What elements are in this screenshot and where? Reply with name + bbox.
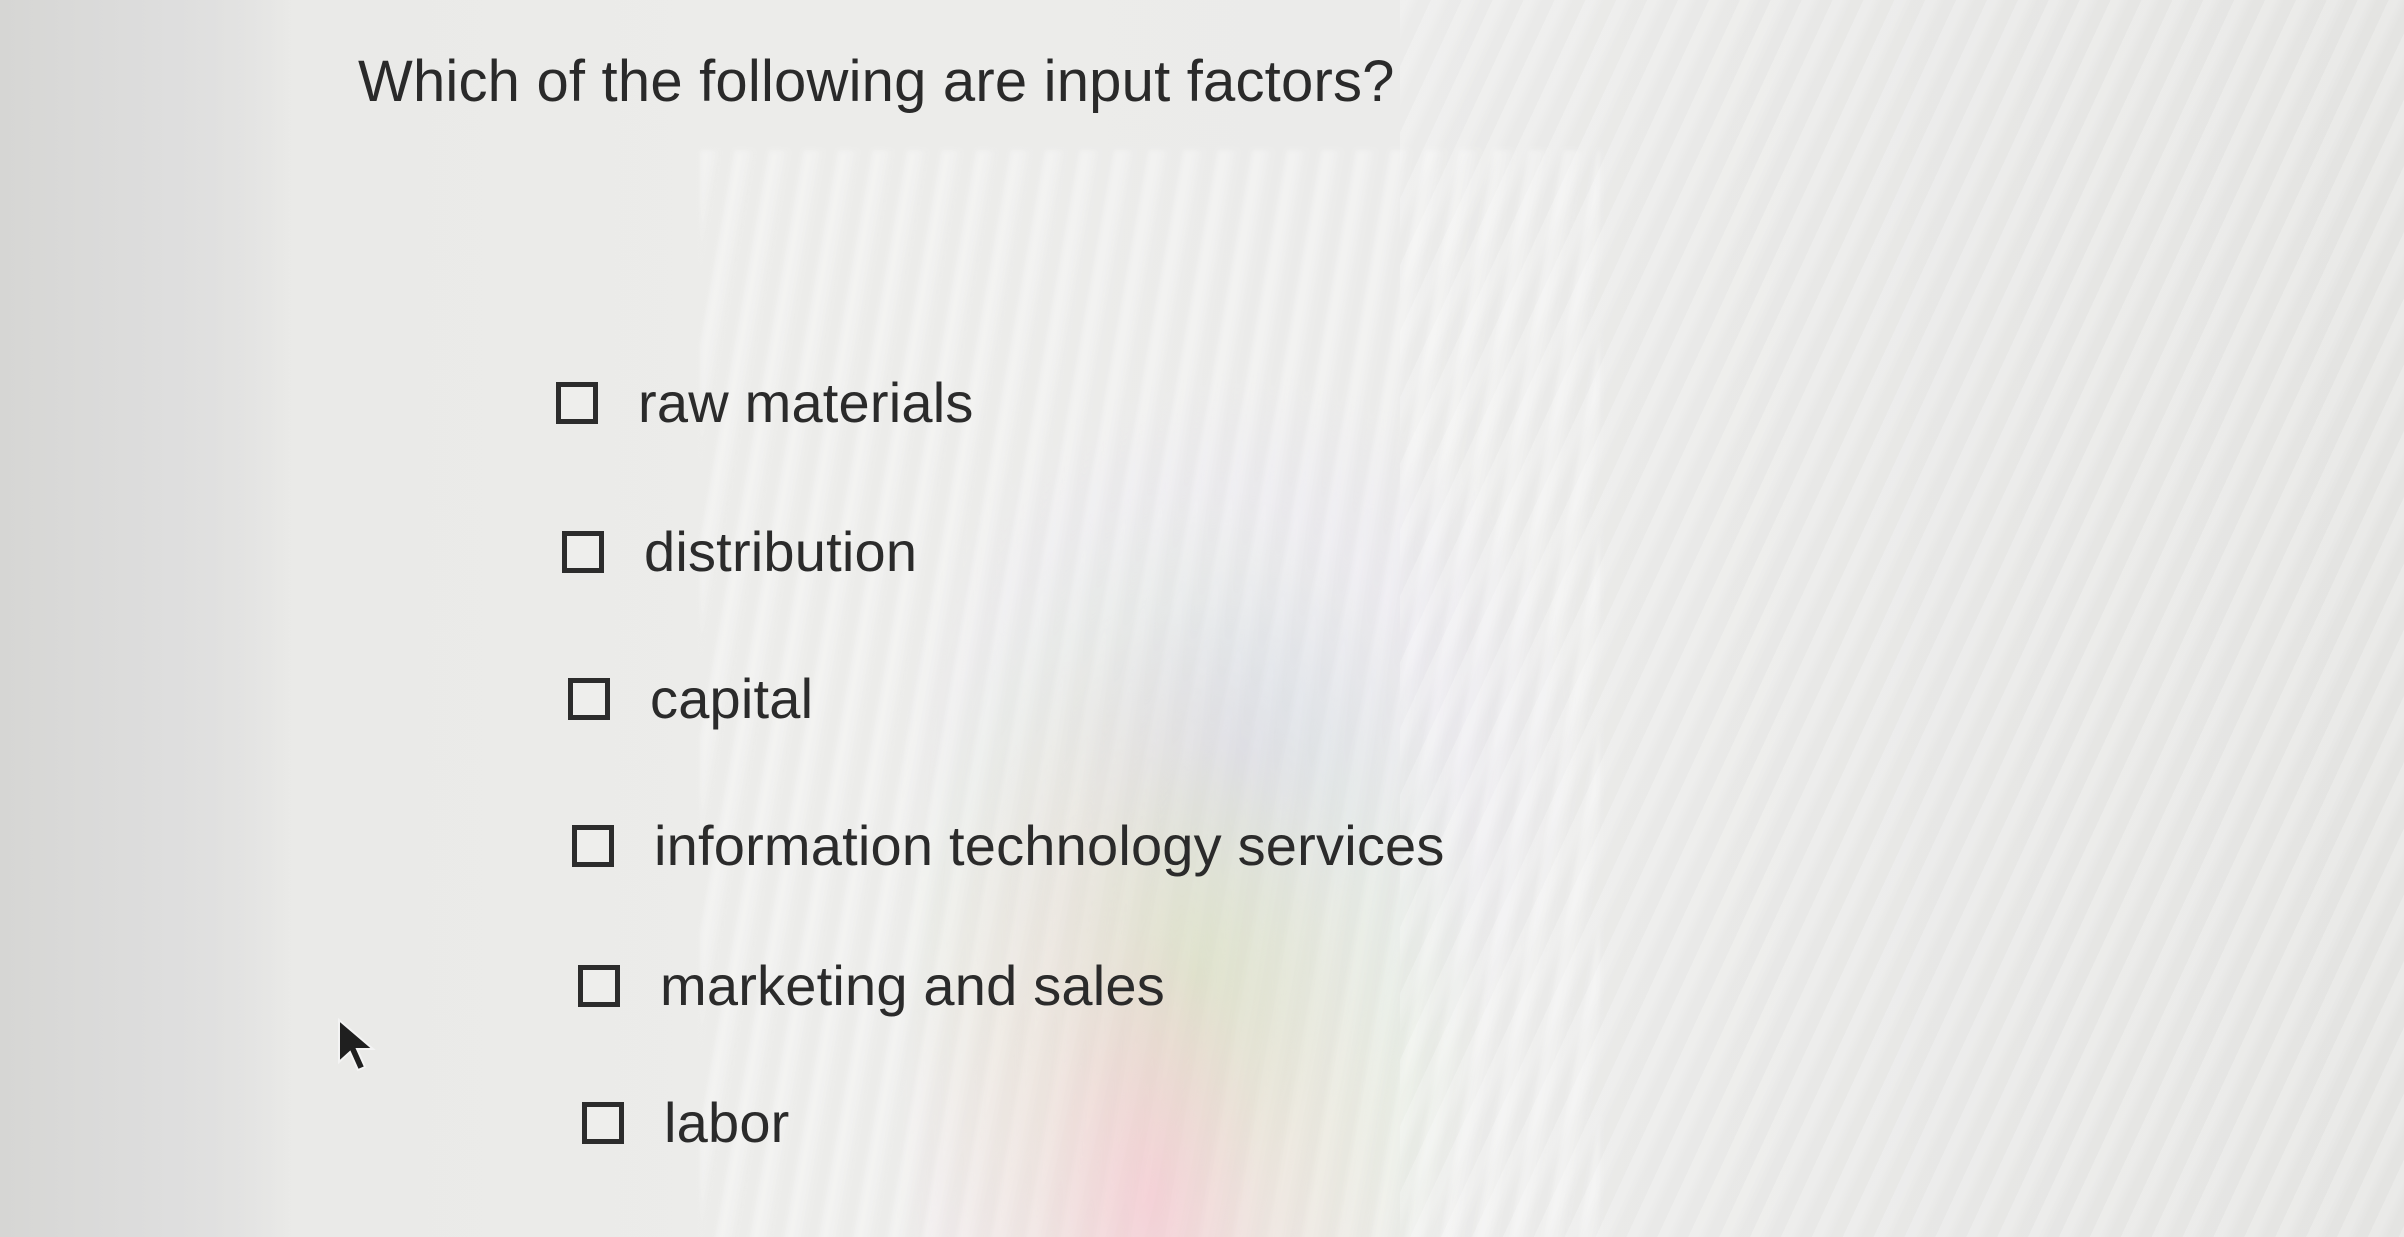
option-label: capital [650, 667, 814, 730]
empty-checkbox-icon[interactable] [578, 964, 620, 1007]
screen: Which of the following are input factors… [0, 0, 2404, 1237]
option-label: labor [664, 1091, 790, 1154]
empty-checkbox-icon[interactable] [568, 677, 610, 720]
option-capital[interactable]: capital [568, 666, 813, 731]
option-distribution[interactable]: distribution [562, 519, 917, 584]
empty-checkbox-icon[interactable] [556, 381, 598, 424]
option-label: distribution [644, 520, 918, 583]
empty-checkbox-icon[interactable] [562, 530, 604, 573]
option-information-technology-services[interactable]: information technology services [572, 813, 1445, 878]
screen-glare [700, 150, 1600, 1237]
screen-moire [1400, 0, 2404, 1237]
empty-checkbox-icon[interactable] [582, 1101, 624, 1144]
left-edge-shadow [0, 0, 290, 1237]
option-labor[interactable]: labor [582, 1090, 790, 1155]
question-text: Which of the following are input factors… [358, 49, 1395, 114]
empty-checkbox-icon[interactable] [572, 824, 614, 867]
option-label: raw materials [638, 371, 974, 434]
option-label: information technology services [654, 814, 1445, 877]
option-marketing-and-sales[interactable]: marketing and sales [578, 953, 1165, 1018]
mouse-pointer-icon [338, 1018, 376, 1072]
option-label: marketing and sales [660, 954, 1165, 1017]
option-raw-materials[interactable]: raw materials [556, 370, 974, 435]
